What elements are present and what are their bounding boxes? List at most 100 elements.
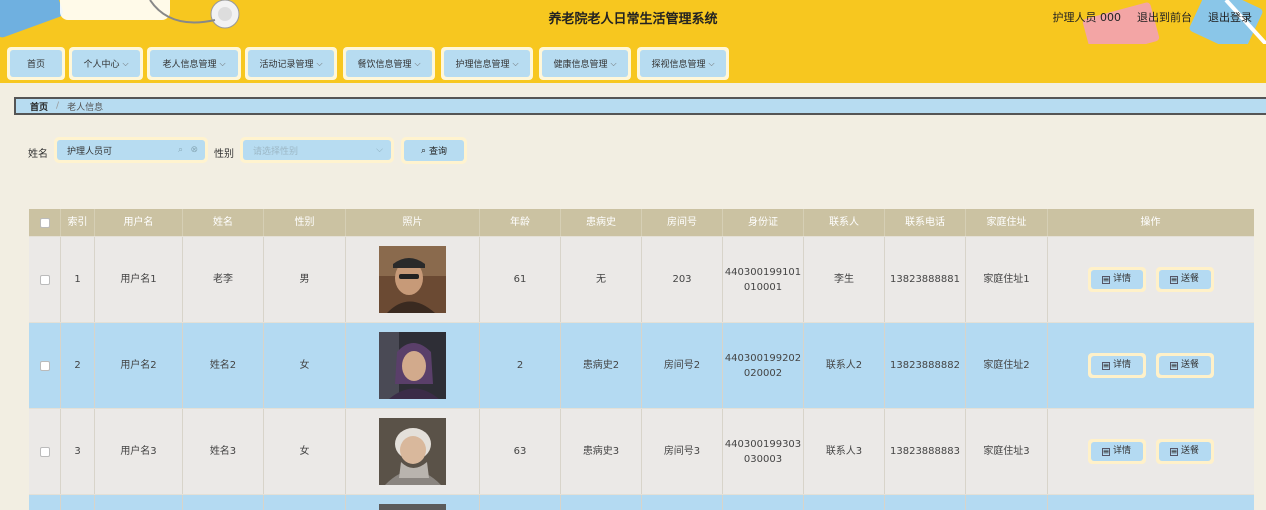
cell-photo — [346, 323, 480, 408]
elderly-table: 索引 用户名 姓名 性别 照片 年龄 患病史 房间号 身份证 联系人 联系电话 … — [29, 209, 1254, 510]
cell-username: 用户名3 — [95, 409, 183, 494]
detail-icon: ≡ — [1101, 274, 1110, 284]
cell-history — [561, 495, 642, 510]
row-checkbox[interactable] — [39, 360, 50, 371]
clear-icon[interactable]: ⊗ — [190, 145, 198, 155]
gender-select[interactable]: 请选择性别 ⌵ — [243, 140, 391, 160]
column-header: 性别 — [264, 209, 346, 236]
cell-room: 房间号3 — [642, 409, 723, 494]
cell-room — [642, 495, 723, 510]
name-input[interactable]: 护理人员可 ⌕ ⊗ — [57, 140, 205, 160]
name-label: 姓名 — [28, 149, 48, 160]
id-card-line: 010001 — [743, 281, 783, 293]
cell-age: 2 — [480, 323, 561, 408]
current-user: 护理人员 000 — [1052, 11, 1122, 24]
nav-label: 护理信息管理 — [455, 60, 510, 70]
cell-age: 61 — [480, 237, 561, 322]
cell-name: 姓名3 — [183, 409, 264, 494]
detail-label: 详情 — [1112, 359, 1131, 370]
id-card-line: 020002 — [743, 367, 783, 379]
cell-gender: 女 — [264, 323, 346, 408]
cell-address: 家庭住址1 — [966, 237, 1048, 322]
cell-gender — [264, 495, 346, 510]
nav-visit-info[interactable]: 探视信息管理 ⌵ — [637, 47, 729, 80]
detail-button[interactable]: ≡ 详情 — [1087, 353, 1146, 378]
row-select-cell — [29, 495, 61, 510]
logout-link[interactable]: 退出登录 — [1208, 9, 1252, 25]
cell-phone — [885, 495, 966, 510]
cell-gender: 男 — [264, 237, 346, 322]
row-checkbox[interactable] — [39, 446, 50, 457]
column-header: 联系人 — [804, 209, 885, 236]
table-row: 1 用户名1 老李 男 61 无 203 440300199101 010001… — [29, 237, 1254, 323]
chevron-down-icon: ⌵ — [610, 58, 617, 68]
cell-actions — [1048, 495, 1253, 510]
row-select-cell — [29, 409, 61, 494]
search-icon: ⌕ — [420, 145, 427, 156]
column-header: 索引 — [61, 209, 95, 236]
cell-phone: 13823888882 — [885, 323, 966, 408]
select-all-checkbox[interactable] — [39, 217, 50, 228]
cell-index: 3 — [61, 409, 95, 494]
cell-photo — [346, 237, 480, 322]
meal-label: 送餐 — [1180, 273, 1199, 284]
cell-id-card — [723, 495, 804, 510]
cell-username: 用户名2 — [95, 323, 183, 408]
nav-personal-center[interactable]: 个人中心 ⌵ — [69, 47, 143, 80]
send-meal-button[interactable]: ≡ 送餐 — [1155, 439, 1214, 464]
elderly-woman-photo — [379, 332, 446, 399]
cell-id-card: 440300199303 030003 — [723, 409, 804, 494]
nav-label: 个人中心 — [83, 60, 120, 70]
name-input-value: 护理人员可 — [67, 146, 113, 157]
column-header: 年龄 — [480, 209, 561, 236]
query-button[interactable]: ⌕ 查询 — [401, 137, 467, 164]
nav-catering-info[interactable]: 餐饮信息管理 ⌵ — [343, 47, 435, 80]
cell-history: 患病史2 — [561, 323, 642, 408]
nav-label: 老人信息管理 — [162, 60, 217, 70]
breadcrumb-home[interactable]: 首页 — [30, 100, 48, 113]
nav-label: 餐饮信息管理 — [357, 60, 412, 70]
cell-contact: 李生 — [804, 237, 885, 322]
nav-health-info[interactable]: 健康信息管理 ⌵ — [539, 47, 631, 80]
send-meal-button[interactable]: ≡ 送餐 — [1155, 353, 1214, 378]
cell-name: 老李 — [183, 237, 264, 322]
nav-activity-records[interactable]: 活动记录管理 ⌵ — [245, 47, 337, 80]
cell-room: 房间号2 — [642, 323, 723, 408]
name-search-box[interactable]: 护理人员可 ⌕ ⊗ — [54, 137, 208, 163]
nav-label: 活动记录管理 — [259, 60, 314, 70]
nav-nursing-info[interactable]: 护理信息管理 ⌵ — [441, 47, 533, 80]
gender-select-box[interactable]: 请选择性别 ⌵ — [240, 137, 394, 163]
column-header: 患病史 — [561, 209, 642, 236]
cell-actions: ≡ 详情 ≡ 送餐 — [1048, 237, 1253, 322]
nav-elderly-info[interactable]: 老人信息管理 ⌵ — [147, 47, 241, 80]
cell-address: 家庭住址2 — [966, 323, 1048, 408]
cell-contact — [804, 495, 885, 510]
send-meal-button[interactable]: ≡ 送餐 — [1155, 267, 1214, 292]
column-header: 家庭住址 — [966, 209, 1048, 236]
cell-history: 患病史3 — [561, 409, 642, 494]
cell-id-card: 440300199202 020002 — [723, 323, 804, 408]
cell-gender: 女 — [264, 409, 346, 494]
cell-phone: 13823888881 — [885, 237, 966, 322]
main-nav: 首页 个人中心 ⌵ 老人信息管理 ⌵ 活动记录管理 ⌵ 餐饮信息管理 ⌵ 护理信息管理 ⌵… — [0, 44, 1266, 83]
select-all-cell — [29, 209, 61, 236]
cell-index: 1 — [61, 237, 95, 322]
meal-icon: ≡ — [1169, 360, 1178, 370]
chevron-down-icon: ⌵ — [316, 58, 323, 68]
chevron-down-icon: ⌵ — [414, 58, 421, 68]
cell-index: 2 — [61, 323, 95, 408]
nav-home[interactable]: 首页 — [7, 47, 65, 80]
user-area: 护理人员 000 退出到前台 退出登录 — [1053, 9, 1253, 25]
cell-phone: 13823888883 — [885, 409, 966, 494]
chevron-down-icon: ⌵ — [219, 58, 226, 68]
cell-age — [480, 495, 561, 510]
breadcrumb-current: 老人信息 — [67, 102, 104, 113]
detail-button[interactable]: ≡ 详情 — [1087, 267, 1146, 292]
meal-label: 送餐 — [1180, 445, 1199, 456]
detail-button[interactable]: ≡ 详情 — [1087, 439, 1146, 464]
column-header: 用户名 — [95, 209, 183, 236]
cell-index — [61, 495, 95, 510]
row-checkbox[interactable] — [39, 274, 50, 285]
photo-thumbnail — [379, 504, 446, 510]
exit-to-front-link[interactable]: 退出到前台 — [1137, 9, 1192, 25]
